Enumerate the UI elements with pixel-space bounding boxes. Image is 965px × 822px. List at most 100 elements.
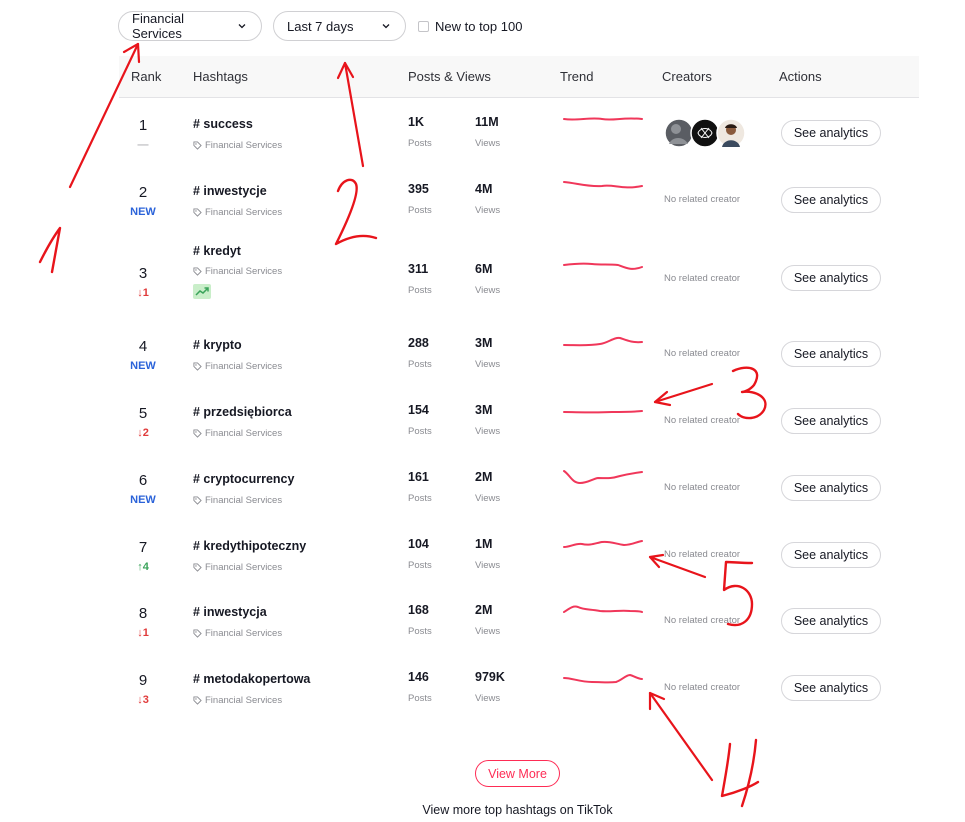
header-creators: Creators bbox=[662, 69, 712, 84]
hashtag-name[interactable]: # metodakopertowa bbox=[193, 672, 310, 686]
posts-label: Posts bbox=[408, 426, 432, 437]
trend-sparkline bbox=[563, 410, 643, 414]
period-dropdown[interactable]: Last 7 days bbox=[273, 11, 406, 41]
no-related-creator: No related creator bbox=[664, 273, 741, 284]
no-related-creator: No related creator bbox=[664, 348, 741, 359]
rank-number: 8 bbox=[138, 605, 148, 622]
rank-number: 3 bbox=[138, 265, 148, 282]
industry-label: Financial Services bbox=[205, 628, 283, 639]
header-trend: Trend bbox=[560, 69, 594, 84]
views-count: 11M bbox=[475, 115, 499, 129]
hashtag-industry: Financial Services bbox=[193, 361, 282, 372]
posts-label: Posts bbox=[408, 626, 432, 637]
rank-number: 6 bbox=[138, 472, 148, 489]
tag-icon bbox=[193, 141, 202, 150]
rank-number: 9 bbox=[138, 672, 148, 689]
footer-tiktok-link[interactable]: View more top hashtags on TikTok bbox=[0, 803, 965, 817]
see-analytics-button[interactable]: See analytics bbox=[781, 265, 881, 291]
no-related-creator: No related creator bbox=[664, 615, 741, 626]
no-related-creator: No related creator bbox=[664, 194, 741, 205]
see-analytics-button[interactable]: See analytics bbox=[781, 408, 881, 434]
view-more-button[interactable]: View More bbox=[475, 760, 560, 787]
industry-label: Financial Services bbox=[205, 428, 283, 439]
trending-badge bbox=[193, 284, 211, 299]
rank-number: 2 bbox=[138, 184, 148, 201]
see-analytics-button[interactable]: See analytics bbox=[781, 542, 881, 568]
see-analytics-button[interactable]: See analytics bbox=[781, 475, 881, 501]
views-count: 6M bbox=[475, 262, 493, 276]
see-analytics-button[interactable]: See analytics bbox=[781, 341, 881, 367]
tag-icon bbox=[193, 208, 202, 217]
hashtag-name[interactable]: # krypto bbox=[193, 338, 242, 352]
views-label: Views bbox=[475, 693, 501, 704]
table-row: 6 NEW # cryptocurrency Financial Services … bbox=[119, 468, 919, 528]
hashtag-name[interactable]: # kredyt bbox=[193, 244, 241, 258]
posts-label: Posts bbox=[408, 493, 432, 504]
views-count: 3M bbox=[475, 403, 493, 417]
hashtag-name[interactable]: # success bbox=[193, 117, 253, 131]
views-label: Views bbox=[475, 138, 501, 149]
trend-sparkline bbox=[563, 673, 643, 684]
posts-label: Posts bbox=[408, 138, 432, 149]
trend-sparkline bbox=[563, 117, 643, 121]
table-row: 4 NEW # krypto Financial Services 288 Posts… bbox=[119, 334, 919, 394]
hashtag-industry: Financial Services bbox=[193, 495, 282, 506]
table-row: 5 ↓2 # przedsiębiorca Financial Services 1… bbox=[119, 401, 919, 461]
posts-label: Posts bbox=[408, 285, 432, 296]
rank-change: — bbox=[137, 139, 149, 151]
hashtag-name[interactable]: # cryptocurrency bbox=[193, 472, 294, 486]
trending-up-icon bbox=[195, 287, 209, 296]
tag-icon bbox=[193, 362, 202, 371]
see-analytics-button[interactable]: See analytics bbox=[781, 675, 881, 701]
see-analytics-button[interactable]: See analytics bbox=[781, 187, 881, 213]
trend-sparkline bbox=[563, 470, 643, 485]
see-analytics-button[interactable]: See analytics bbox=[781, 608, 881, 634]
industry-label: Financial Services bbox=[205, 495, 283, 506]
tag-icon bbox=[193, 563, 202, 572]
industry-label: Financial Services bbox=[205, 266, 283, 277]
rank-change: NEW bbox=[130, 494, 156, 506]
hashtag-name[interactable]: # kredythipoteczny bbox=[193, 539, 306, 553]
posts-count: 288 bbox=[408, 336, 429, 350]
hashtag-industry: Financial Services bbox=[193, 140, 282, 151]
posts-count: 154 bbox=[408, 403, 429, 417]
rank-change: ↓2 bbox=[137, 427, 149, 439]
header-posts-views: Posts & Views bbox=[408, 69, 491, 84]
hashtag-name[interactable]: # inwestycje bbox=[193, 184, 267, 198]
industry-dropdown[interactable]: Financial Services bbox=[118, 11, 262, 41]
see-analytics-button[interactable]: See analytics bbox=[781, 120, 881, 146]
posts-label: Posts bbox=[408, 359, 432, 370]
annotation-number-4 bbox=[720, 738, 760, 808]
posts-label: Posts bbox=[408, 560, 432, 571]
new-to-top-checkbox[interactable] bbox=[418, 20, 429, 32]
new-to-top-toggle[interactable]: New to top 100 bbox=[418, 19, 522, 34]
hashtag-industry: Financial Services bbox=[193, 207, 282, 218]
industry-label: Financial Services bbox=[205, 140, 283, 151]
views-count: 4M bbox=[475, 182, 493, 196]
hashtag-name[interactable]: # przedsiębiorca bbox=[193, 405, 292, 419]
hashtag-name[interactable]: # inwestycja bbox=[193, 605, 267, 619]
trend-sparkline bbox=[563, 540, 643, 548]
views-label: Views bbox=[475, 205, 501, 216]
trend-sparkline bbox=[563, 262, 643, 270]
hashtag-industry: Financial Services bbox=[193, 695, 282, 706]
table-header: Rank Hashtags Posts & Views Trend Creato… bbox=[119, 56, 919, 98]
tag-icon bbox=[193, 496, 202, 505]
table-row: 1 — # success Financial Services 1K Posts 11… bbox=[119, 113, 919, 173]
industry-label: Financial Services bbox=[205, 562, 283, 573]
views-label: Views bbox=[475, 560, 501, 571]
posts-count: 1K bbox=[408, 115, 424, 129]
rank-change: ↓1 bbox=[137, 287, 149, 299]
posts-label: Posts bbox=[408, 205, 432, 216]
rank-number: 5 bbox=[138, 405, 148, 422]
creator-avatars[interactable] bbox=[664, 117, 748, 149]
header-actions: Actions bbox=[779, 69, 822, 84]
tag-icon bbox=[193, 629, 202, 638]
tag-icon bbox=[193, 696, 202, 705]
posts-count: 161 bbox=[408, 470, 429, 484]
tag-icon bbox=[193, 267, 202, 276]
views-count: 3M bbox=[475, 336, 493, 350]
header-rank: Rank bbox=[131, 69, 162, 84]
tag-icon bbox=[193, 429, 202, 438]
posts-count: 395 bbox=[408, 182, 429, 196]
